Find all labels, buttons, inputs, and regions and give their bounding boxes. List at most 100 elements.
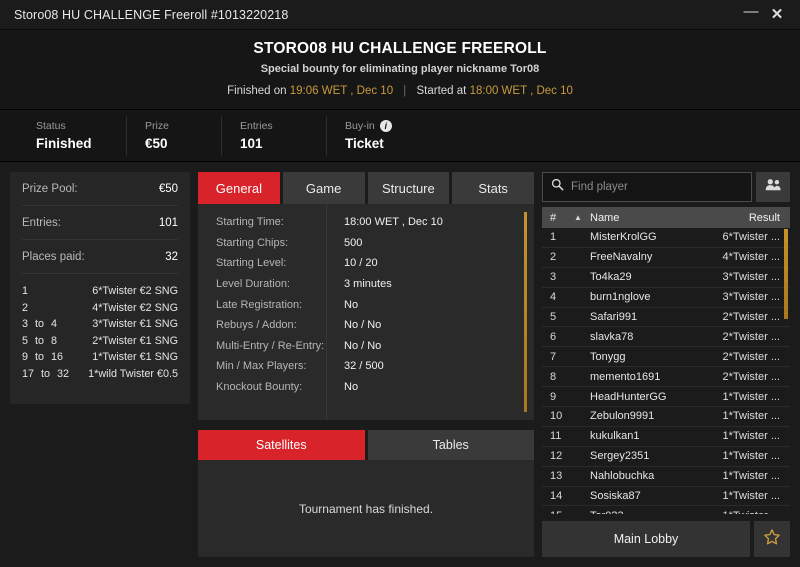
player-result: 1*Twister ... — [722, 390, 780, 403]
payout-prize: 3*Twister €1 SNG — [92, 318, 178, 330]
info-panel-scrollbar[interactable] — [524, 212, 527, 412]
player-rank: 9 — [550, 390, 557, 403]
table-row[interactable]: 8 memento1691 2*Twister ... — [542, 367, 790, 388]
table-row[interactable]: 10 Zebulon9991 1*Twister ... — [542, 407, 790, 427]
info-key: Starting Chips: — [216, 236, 289, 249]
info-value: 500 — [344, 236, 363, 249]
main-lobby-button[interactable]: Main Lobby — [542, 521, 750, 557]
payout-prize: 1*wild Twister €0.5 — [88, 367, 178, 380]
info-panel-scrollbar-thumb[interactable] — [524, 212, 527, 412]
info-row: Rebuys / Addon: No / No — [198, 315, 534, 336]
player-rank: 6 — [550, 330, 557, 343]
player-list-scrollbar[interactable] — [784, 228, 788, 514]
sort-ascending-icon[interactable]: ▲ — [574, 213, 590, 222]
payout-from: 1 — [22, 285, 29, 297]
info-value: No — [344, 381, 359, 394]
info-row: Late Registration: No — [198, 294, 534, 315]
payout-row: 17 to 32 1*wild Twister €0.5 — [22, 366, 178, 383]
player-result: 1*Twister ... — [722, 410, 780, 423]
player-result: 1*Twister ... — [722, 450, 780, 463]
table-row[interactable]: 15 Tor033 1*Twister ... — [542, 506, 790, 514]
player-name: Tor033 — [590, 510, 723, 514]
player-result: 2*Twister ... — [722, 311, 780, 323]
favorite-button[interactable] — [754, 521, 790, 557]
payout-to-word: to — [35, 334, 45, 347]
started-value: 18:00 WET , Dec 10 — [469, 85, 573, 97]
search-box[interactable] — [542, 172, 752, 202]
player-rank: 1 — [550, 231, 557, 244]
player-name: To4ka29 — [590, 271, 632, 284]
page-title: STORO08 HU CHALLENGE FREEROLL — [253, 40, 547, 57]
table-row[interactable]: 2 FreeNavalny 4*Twister ... — [542, 248, 790, 268]
times-separator: | — [403, 85, 407, 97]
info-value: No — [344, 298, 359, 311]
table-row[interactable]: 3 To4ka29 3*Twister ... — [542, 268, 790, 288]
tab-structure[interactable]: Structure — [367, 172, 450, 204]
players-button[interactable] — [756, 172, 790, 202]
payout-from: 3 — [22, 318, 29, 330]
player-name: Zebulon9991 — [590, 410, 655, 423]
info-key: Rebuys / Addon: — [216, 319, 297, 332]
stat-buyin-label: Buy-in i — [345, 120, 398, 132]
table-row[interactable]: 6 slavka78 2*Twister ... — [542, 327, 790, 348]
player-rank: 4 — [550, 291, 557, 304]
player-name: Nahlobuchka — [590, 470, 655, 483]
table-row[interactable]: 4 burn1nglove 3*Twister ... — [542, 288, 790, 308]
tab-satellites[interactable]: Satellites — [198, 430, 365, 460]
stat-status: Status Finished — [14, 116, 126, 156]
payout-prize: 1*Twister €1 SNG — [92, 351, 178, 363]
column-header-name[interactable]: Name — [590, 212, 749, 224]
info-row: Starting Chips: 500 — [198, 233, 534, 254]
info-value: 10 / 20 — [344, 257, 378, 270]
places-paid-value: 32 — [165, 250, 178, 263]
player-name: HeadHunterGG — [590, 390, 667, 403]
info-value: No / No — [344, 319, 382, 332]
player-name: Sergey2351 — [590, 450, 650, 463]
tab-general[interactable]: General — [198, 172, 280, 204]
table-row[interactable]: 14 Sosiska87 1*Twister ... — [542, 487, 790, 507]
places-paid-key: Places paid: — [22, 250, 85, 263]
player-result: 2*Twister ... — [722, 330, 780, 343]
table-row[interactable]: 13 Nahlobuchka 1*Twister ... — [542, 467, 790, 487]
table-row[interactable]: 11 kukulkan1 1*Twister ... — [542, 427, 790, 447]
search-input[interactable] — [571, 181, 743, 193]
started-label: Started at — [416, 85, 467, 97]
player-name: Safari991 — [590, 311, 638, 323]
tournament-status-message: Tournament has finished. — [298, 501, 434, 516]
table-row[interactable]: 1 MisterKrolGG 6*Twister ... — [542, 228, 790, 248]
minimize-button[interactable]: — — [738, 3, 764, 27]
player-list-scrollbar-thumb[interactable] — [784, 229, 788, 319]
payout-row: 1 6*Twister €2 SNG — [22, 283, 178, 300]
main-body: Prize Pool: €50 Entries: 101 Places paid… — [0, 162, 800, 567]
table-row[interactable]: 5 Safari991 2*Twister ... — [542, 308, 790, 328]
general-info-panel: Starting Time: 18:00 WET , Dec 10 Starti… — [198, 204, 534, 420]
tab-stats[interactable]: Stats — [452, 172, 534, 204]
player-name: burn1nglove — [590, 291, 651, 304]
player-name: Tonygg — [590, 350, 626, 363]
tab-game[interactable]: Game — [282, 172, 365, 204]
player-name: kukulkan1 — [590, 430, 640, 443]
payout-place: 5 to 8 — [22, 333, 57, 350]
info-row: Min / Max Players: 32 / 500 — [198, 356, 534, 377]
info-icon[interactable]: i — [379, 120, 392, 132]
payout-to: 16 — [51, 351, 64, 363]
stat-prize: Prize €50 — [126, 115, 221, 156]
payout-place: 3 to 4 — [22, 316, 57, 333]
table-row[interactable]: 9 HeadHunterGG 1*Twister ... — [542, 387, 790, 408]
payout-table: 1 6*Twister €2 SNG 2 4*Twister €2 SNG 3 … — [22, 274, 178, 382]
stat-prize-label: Prize — [145, 120, 169, 132]
prize-pool-key: Prize Pool: — [22, 182, 78, 195]
search-row — [542, 172, 790, 202]
info-key: Starting Level: — [216, 257, 287, 270]
tab-tables[interactable]: Tables — [367, 430, 534, 460]
payout-from: 2 — [22, 301, 29, 314]
player-rank: 12 — [550, 450, 563, 463]
stat-entries-label: Entries — [240, 120, 273, 132]
info-value: 3 minutes — [344, 278, 392, 291]
column-header-rank[interactable]: # — [550, 212, 574, 224]
payout-to-word: to — [35, 351, 45, 363]
table-row[interactable]: 7 Tonygg 2*Twister ... — [542, 347, 790, 368]
table-row[interactable]: 12 Sergey2351 1*Twister ... — [542, 447, 790, 467]
close-button[interactable]: ✕ — [764, 3, 790, 27]
column-header-result[interactable]: Result — [749, 212, 780, 224]
